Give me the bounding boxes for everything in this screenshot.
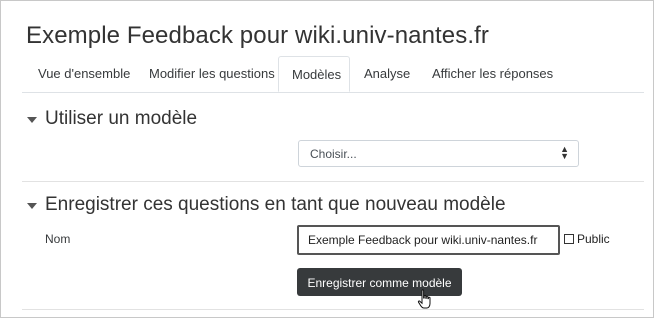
select-arrows-icon: ▲ ▼: [560, 144, 569, 161]
template-select-value: Choisir...: [310, 147, 357, 161]
tab-bar: Vue d'ensemble Modifier les questions Mo…: [22, 56, 644, 93]
tab-show-responses[interactable]: Afficher les réponses: [418, 56, 567, 91]
tab-overview[interactable]: Vue d'ensemble: [24, 56, 144, 91]
hand-pointer-cursor-icon: [417, 289, 431, 309]
caret-down-icon[interactable]: [27, 203, 37, 209]
save-as-template-button[interactable]: Enregistrer comme modèle: [297, 268, 462, 296]
tab-edit-questions[interactable]: Modifier les questions: [135, 56, 289, 91]
template-select[interactable]: Choisir... ▲ ▼: [298, 140, 579, 167]
caret-down-icon[interactable]: [27, 117, 37, 123]
tab-templates[interactable]: Modèles: [278, 56, 350, 92]
public-checkbox[interactable]: [564, 234, 574, 244]
name-label: Nom: [45, 232, 71, 246]
page-title: Exemple Feedback pour wiki.univ-nantes.f…: [26, 22, 489, 49]
section-divider: [22, 181, 644, 182]
template-name-input[interactable]: [297, 225, 560, 255]
save-template-heading[interactable]: Enregistrer ces questions en tant que no…: [45, 194, 506, 216]
use-template-heading[interactable]: Utiliser un modèle: [45, 108, 197, 130]
section-divider-bottom: [22, 309, 644, 310]
public-checkbox-label[interactable]: Public: [577, 232, 610, 246]
tab-analysis[interactable]: Analyse: [350, 56, 424, 91]
